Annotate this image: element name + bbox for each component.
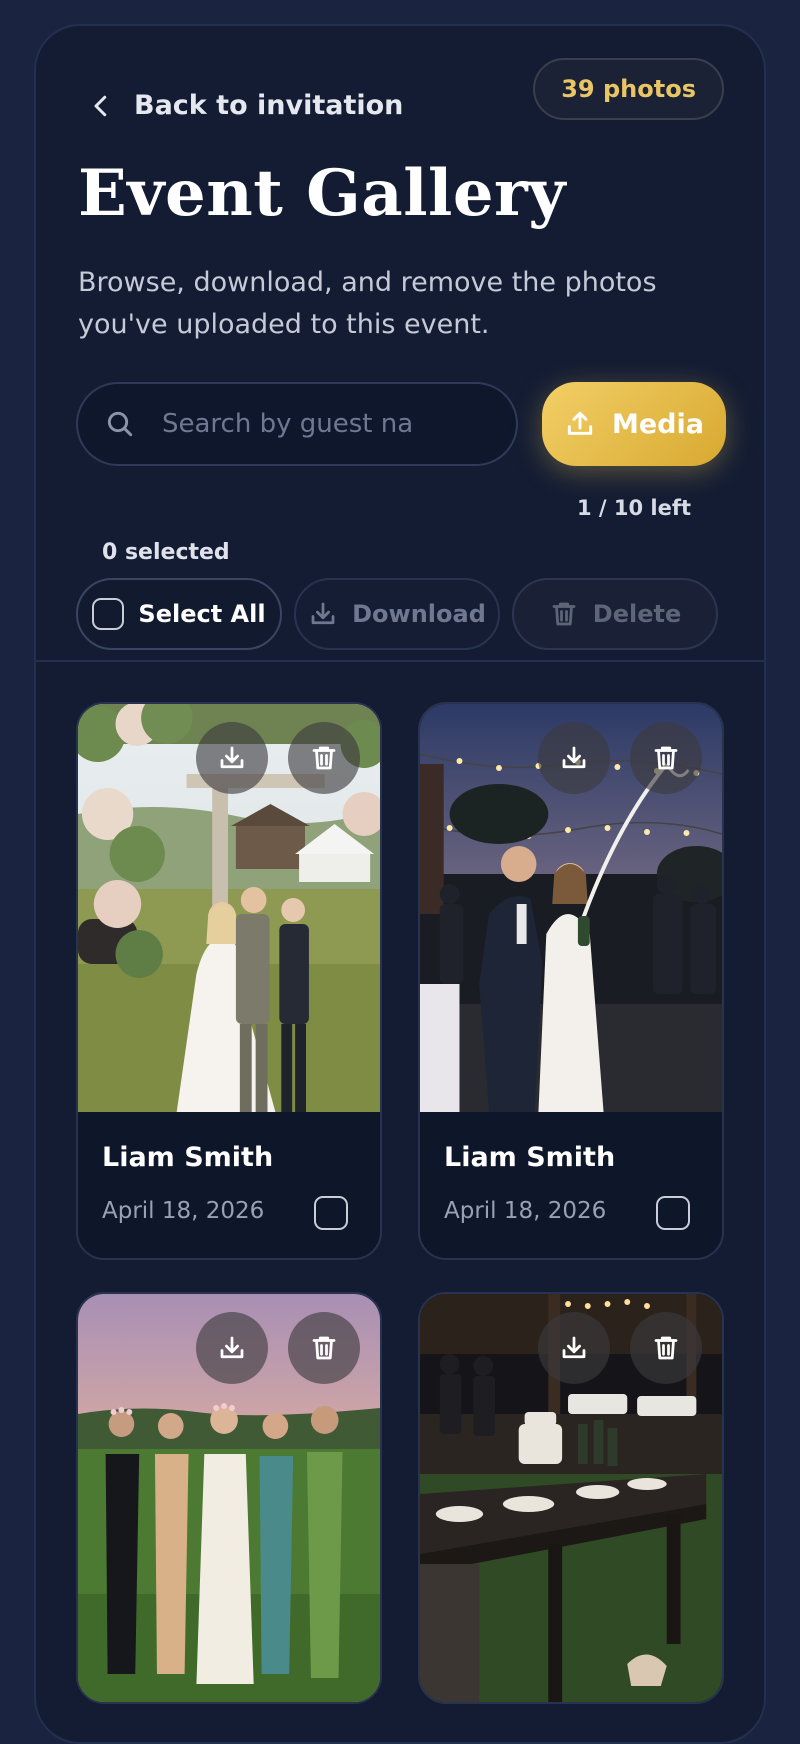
photo-delete-button[interactable] bbox=[288, 722, 360, 794]
trash-icon bbox=[654, 1336, 678, 1360]
photo-delete-button[interactable] bbox=[288, 1312, 360, 1384]
photo-download-button[interactable] bbox=[196, 1312, 268, 1384]
photo-card[interactable]: Liam Smith April 18, 2026 bbox=[418, 702, 724, 1260]
page-subtitle: Browse, download, and remove the photos … bbox=[78, 267, 657, 340]
photo-count: 39 photos bbox=[561, 75, 696, 103]
selected-count: 0 selected bbox=[102, 540, 230, 565]
upload-media-button[interactable]: Media bbox=[542, 382, 726, 466]
photo-card[interactable]: Liam Smith April 18, 2026 bbox=[76, 702, 382, 1260]
section-divider bbox=[36, 660, 764, 662]
gallery-card: Back to invitation 39 photos Event Galle… bbox=[34, 24, 766, 1744]
trash-icon bbox=[312, 746, 336, 770]
select-all-button[interactable]: Select All bbox=[76, 578, 282, 650]
uploads-remaining: 1 / 10 left bbox=[576, 496, 692, 520]
photo-thumbnail[interactable] bbox=[78, 704, 380, 1112]
download-icon bbox=[220, 746, 244, 769]
download-label: Download bbox=[352, 600, 486, 628]
photo-thumbnail[interactable] bbox=[420, 704, 722, 1112]
select-all-label: Select All bbox=[138, 600, 266, 628]
photo-meta: Liam Smith April 18, 2026 bbox=[78, 1112, 380, 1258]
photo-select-checkbox[interactable] bbox=[656, 1196, 690, 1230]
page-title: Event Gallery bbox=[78, 156, 566, 231]
search-icon bbox=[107, 411, 133, 437]
trash-icon bbox=[654, 746, 678, 770]
photo-thumbnail[interactable] bbox=[420, 1294, 722, 1702]
guest-name: Liam Smith bbox=[444, 1142, 616, 1173]
photo-card[interactable] bbox=[76, 1292, 382, 1704]
photo-card[interactable] bbox=[418, 1292, 724, 1704]
upload-date: April 18, 2026 bbox=[444, 1198, 607, 1224]
search-input[interactable] bbox=[160, 408, 460, 440]
delete-label: Delete bbox=[592, 600, 682, 628]
photo-delete-button[interactable] bbox=[630, 722, 702, 794]
download-selected-button[interactable]: Download bbox=[294, 578, 500, 650]
photo-thumbnail[interactable] bbox=[78, 1294, 380, 1702]
photo-meta: Liam Smith April 18, 2026 bbox=[420, 1112, 722, 1258]
trash-icon bbox=[552, 602, 576, 626]
back-to-invitation-link[interactable]: Back to invitation bbox=[86, 90, 403, 121]
download-icon bbox=[562, 1336, 586, 1359]
photo-download-button[interactable] bbox=[538, 722, 610, 794]
photo-delete-button[interactable] bbox=[630, 1312, 702, 1384]
search-box bbox=[76, 382, 518, 466]
back-label: Back to invitation bbox=[134, 90, 404, 121]
delete-selected-button[interactable]: Delete bbox=[512, 578, 718, 650]
guest-name: Liam Smith bbox=[102, 1142, 274, 1173]
download-icon bbox=[562, 746, 586, 769]
download-icon bbox=[311, 602, 335, 625]
photo-count-badge: 39 photos bbox=[533, 58, 724, 120]
photo-select-checkbox[interactable] bbox=[314, 1196, 348, 1230]
download-icon bbox=[220, 1336, 244, 1359]
upload-date: April 18, 2026 bbox=[102, 1198, 265, 1224]
photo-download-button[interactable] bbox=[538, 1312, 610, 1384]
chevron-left-icon bbox=[94, 95, 107, 116]
trash-icon bbox=[312, 1336, 336, 1360]
select-all-checkbox[interactable] bbox=[92, 598, 125, 630]
photo-download-button[interactable] bbox=[196, 722, 268, 794]
upload-media-label: Media bbox=[612, 408, 704, 440]
upload-icon bbox=[567, 411, 593, 435]
